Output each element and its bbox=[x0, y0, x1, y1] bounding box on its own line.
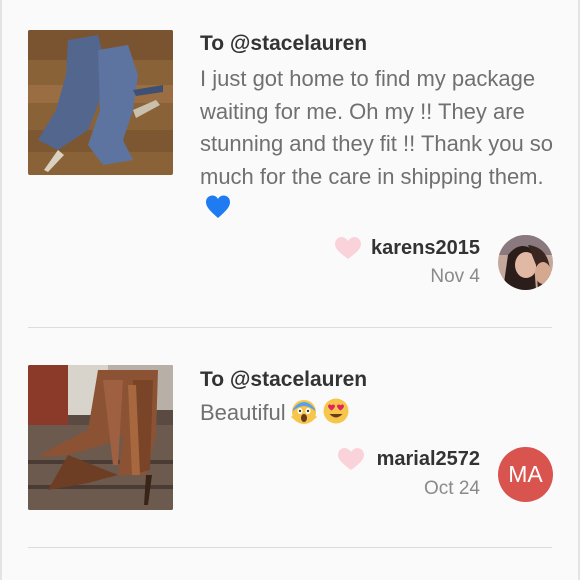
like-heart-icon[interactable] bbox=[337, 447, 365, 471]
recipient-line: To @stacelauren bbox=[200, 368, 368, 391]
blue-heart-emoji-icon bbox=[204, 193, 232, 221]
review-item: To @stacelauren I just got home to find … bbox=[0, 0, 580, 328]
recipient-line: To @stacelauren bbox=[200, 32, 368, 55]
review-divider bbox=[28, 547, 552, 548]
review-date: Oct 24 bbox=[424, 478, 480, 499]
heart-eyes-emoji-icon bbox=[322, 397, 350, 425]
product-thumbnail[interactable] bbox=[28, 365, 173, 510]
review-message: Beautiful bbox=[200, 397, 560, 430]
review-message-text: Beautiful bbox=[200, 400, 286, 425]
reviewer-username[interactable]: marial2572 bbox=[377, 448, 480, 471]
reviewer-avatar[interactable] bbox=[498, 235, 553, 290]
reviewer-username[interactable]: karens2015 bbox=[371, 237, 480, 260]
screaming-face-emoji-icon bbox=[290, 397, 318, 425]
review-item: To @stacelauren Beautiful marial2572 Oct… bbox=[0, 328, 580, 548]
like-heart-icon[interactable] bbox=[334, 236, 362, 260]
review-date: Nov 4 bbox=[430, 266, 480, 287]
review-message-text: I just got home to find my package waiti… bbox=[200, 66, 554, 189]
product-thumbnail[interactable] bbox=[28, 30, 173, 175]
review-message: I just got home to find my package waiti… bbox=[200, 63, 560, 226]
reviewer-avatar-initials[interactable]: MA bbox=[498, 447, 553, 502]
